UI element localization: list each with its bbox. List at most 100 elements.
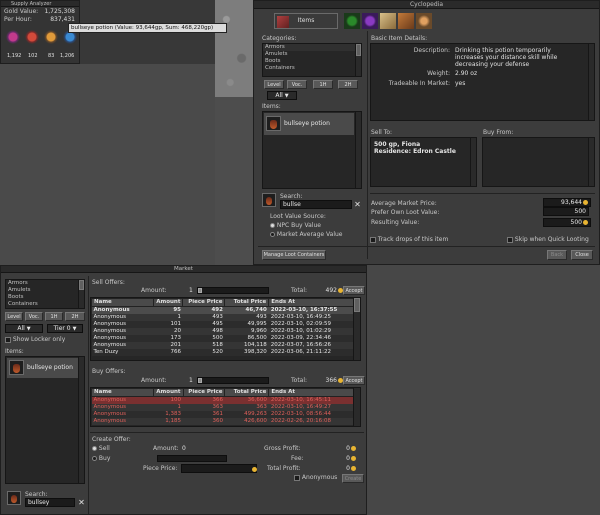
items-list-selected[interactable]: bullseye potion — [264, 113, 354, 135]
buy-radio-label: Buy — [98, 455, 111, 462]
category-item[interactable]: Boots — [263, 58, 361, 65]
manage-loot-containers-button[interactable]: Manage Loot Containers — [262, 250, 326, 260]
market-average-radio[interactable] — [270, 232, 275, 237]
categories-scroll-thumb[interactable] — [356, 44, 361, 56]
col-name[interactable]: Name — [91, 298, 154, 307]
categories-scrollbar[interactable] — [355, 44, 361, 76]
search-input[interactable]: bullse — [280, 200, 352, 209]
market-1h-button[interactable]: 1H — [45, 312, 63, 321]
category-item[interactable]: Armors — [263, 44, 361, 51]
col-total-price[interactable]: Total Price — [224, 298, 270, 307]
market-category-item[interactable]: Amulets — [6, 287, 84, 294]
sell-row[interactable]: Anonymous 20 498 9,960 2022-03-10, 01:02:29 — [91, 328, 354, 335]
track-drops-option[interactable]: Track drops of this item — [370, 236, 448, 243]
buy-row[interactable]: Anonymous 1,383 361 499,263 2022-03-10, 08:5… — [91, 411, 354, 418]
col-amount[interactable]: Amount — [152, 388, 184, 397]
create-amount-slider[interactable] — [157, 455, 227, 462]
sell-scroll-thumb[interactable] — [354, 298, 360, 312]
sell-row[interactable]: Anonymous 1 493 493 2022-03-10, 16:49:25 — [91, 314, 354, 321]
npc-buy-option[interactable]: NPC Buy Value — [270, 222, 321, 229]
sell-row[interactable]: Anonymous 201 518 104,118 2022-03-07, 16:56:… — [91, 342, 354, 349]
market-vocation-button[interactable]: Voc. — [25, 312, 43, 321]
market-clear-search-icon[interactable]: ✕ — [77, 498, 86, 507]
sell-row[interactable]: Anonymous 173 500 86,500 2022-03-09, 22:34:4… — [91, 335, 354, 342]
market-category-item[interactable]: Boots — [6, 294, 84, 301]
skip-quick-loot-option[interactable]: Skip when Quick Looting — [507, 236, 589, 243]
sell-amount-slider-thumb[interactable] — [198, 288, 202, 293]
category-filter-select[interactable]: All ▼ — [267, 91, 297, 100]
col-piece-price[interactable]: Piece Price — [182, 388, 226, 397]
sell-row[interactable]: Anonymous 101 495 49,995 2022-03-10, 02:09:5… — [91, 321, 354, 328]
filter-1h-button[interactable]: 1H — [313, 80, 333, 89]
market-category-item[interactable]: Containers — [6, 301, 84, 308]
close-button[interactable]: Close — [571, 250, 593, 260]
npc-buy-radio[interactable] — [270, 223, 275, 228]
buy-offers-scrollbar[interactable] — [353, 388, 360, 426]
tab-character-icon[interactable] — [416, 13, 432, 29]
sell-offers-scrollbar[interactable] — [353, 298, 360, 360]
prefer-own-input[interactable]: 500 — [543, 207, 589, 216]
anonymous-option[interactable]: Anonymous — [294, 474, 337, 481]
col-piece-price[interactable]: Piece Price — [182, 298, 226, 307]
categories-list[interactable]: Armors Amulets Boots Containers — [262, 43, 362, 77]
details-scrollbar[interactable] — [588, 44, 594, 120]
buy-row[interactable]: Anonymous 1,185 360 426,600 2022-02-26, 20:1… — [91, 418, 354, 425]
buy-accept-button[interactable]: Accept — [343, 376, 365, 385]
buy-row[interactable]: Anonymous 100 366 36,600 2022-03-10, 16:45:1… — [91, 396, 354, 404]
market-search-input[interactable]: bullsey — [25, 498, 75, 507]
tab-map-icon[interactable] — [380, 13, 396, 29]
filter-vocation-button[interactable]: Voc. — [287, 80, 307, 89]
skip-quick-loot-checkbox[interactable] — [507, 236, 513, 243]
market-categories-list[interactable]: Armors Amulets Boots Containers — [5, 279, 85, 309]
market-filter-select[interactable]: All ▼ — [5, 324, 43, 333]
cyclopedia-titlebar[interactable]: Cyclopedia — [254, 1, 599, 9]
category-item[interactable]: Containers — [263, 65, 361, 72]
sell-row[interactable]: Anonymous 95 492 46,740 2022-03-10, 16:37:55 — [91, 306, 354, 314]
col-total-price[interactable]: Total Price — [224, 388, 270, 397]
filter-level-button[interactable]: Level — [264, 80, 284, 89]
market-level-button[interactable]: Level — [5, 312, 23, 321]
buy-from-scrollbar[interactable] — [588, 138, 594, 186]
show-locker-checkbox[interactable] — [5, 336, 11, 343]
market-items-scrollbar[interactable] — [78, 357, 84, 483]
market-category-item[interactable]: Armors — [6, 280, 84, 287]
items-list[interactable]: bullseye potion — [262, 111, 362, 189]
col-name[interactable]: Name — [91, 388, 154, 397]
tab-charms-icon[interactable] — [362, 13, 378, 29]
col-ends-at[interactable]: Ends At — [268, 298, 354, 307]
market-tier-select[interactable]: Tier 0 ▼ — [47, 324, 83, 333]
col-ends-at[interactable]: Ends At — [268, 388, 354, 397]
buy-amount-slider[interactable] — [197, 377, 269, 384]
market-categories-scrollbar[interactable] — [78, 280, 84, 308]
sell-accept-button[interactable]: Accept — [343, 286, 365, 295]
clear-search-icon[interactable]: ✕ — [353, 200, 362, 209]
track-drops-checkbox[interactable] — [370, 236, 376, 243]
buy-radio-option[interactable]: Buy — [92, 455, 110, 462]
sell-radio-option[interactable]: Sell — [92, 445, 110, 452]
market-titlebar[interactable]: Market — [1, 266, 366, 273]
market-items-list[interactable]: bullseye potion — [5, 356, 85, 484]
col-amount[interactable]: Amount — [152, 298, 184, 307]
buy-radio[interactable] — [92, 456, 97, 461]
buy-row[interactable]: Anonymous 1 363 363 2022-03-10, 16:49:27 — [91, 404, 354, 411]
tab-houses-icon[interactable] — [398, 13, 414, 29]
sell-radio[interactable] — [92, 446, 97, 451]
tab-items[interactable]: Items — [274, 13, 338, 29]
show-locker-option[interactable]: Show Locker only — [5, 336, 65, 343]
tab-bestiary-icon[interactable] — [344, 13, 360, 29]
create-offer-button[interactable]: Create — [342, 474, 364, 483]
sell-amount-slider[interactable] — [197, 287, 269, 294]
back-button[interactable]: Back — [547, 250, 567, 260]
market-2h-button[interactable]: 2H — [65, 312, 85, 321]
sell-to-scrollbar[interactable] — [470, 138, 476, 186]
market-categories-scroll-thumb[interactable] — [79, 280, 84, 290]
market-selected-item[interactable]: bullseye potion — [7, 358, 79, 378]
sell-row[interactable]: Ten Duzy 766 520 398,320 2022-03-06, 21:11:2… — [91, 349, 354, 356]
filter-2h-button[interactable]: 2H — [338, 80, 358, 89]
buy-amount-slider-thumb[interactable] — [198, 378, 202, 383]
category-item[interactable]: Amulets — [263, 51, 361, 58]
items-scrollbar[interactable] — [355, 112, 361, 188]
anonymous-checkbox[interactable] — [294, 474, 300, 481]
piece-price-input[interactable] — [181, 464, 257, 473]
market-average-option[interactable]: Market Average Value — [270, 231, 342, 238]
